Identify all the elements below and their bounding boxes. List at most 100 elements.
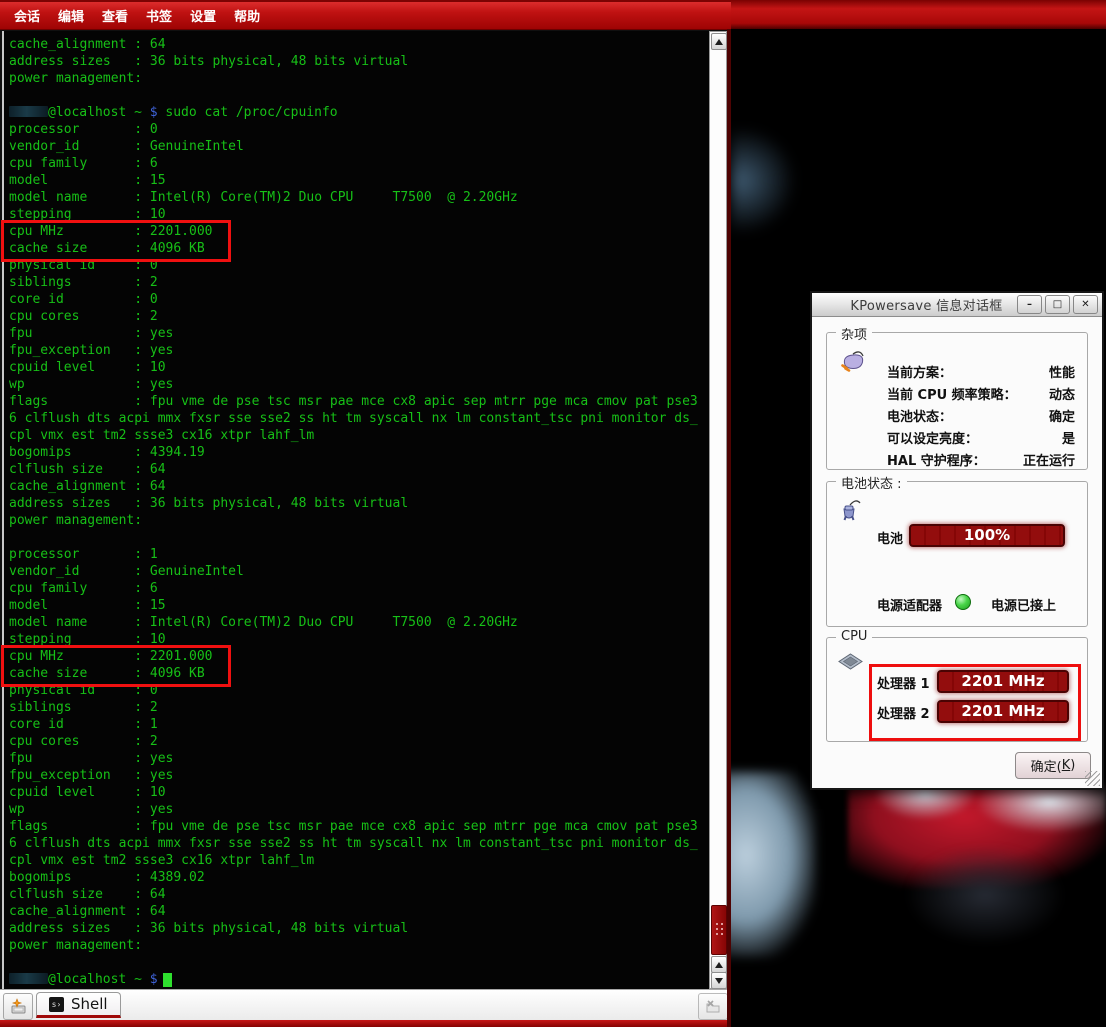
censored-username: [9, 106, 48, 117]
terminal-line: model name : Intel(R) Core(TM)2 Duo CPU …: [9, 189, 709, 206]
highlight-box-cpu-mhz-1: [1, 220, 231, 262]
detach-session-button[interactable]: [698, 993, 728, 1020]
ok-button[interactable]: 确定(K): [1015, 752, 1091, 779]
highlight-box-cpu-mhz-2: [1, 645, 231, 687]
ac-adapter-label: 电源适配器: [877, 595, 942, 614]
scrollbar-thumb[interactable]: [711, 905, 727, 955]
tab-shell[interactable]: s› Shell: [36, 992, 121, 1018]
background-red-bar: [731, 0, 1106, 29]
terminal-line: power management:: [9, 70, 709, 87]
dialog-title-bar[interactable]: KPowersave 信息对话框 – □ ✕: [812, 293, 1102, 317]
terminal-line: address sizes : 36 bits physical, 48 bit…: [9, 53, 709, 70]
terminal-line: cache_alignment : 64: [9, 36, 709, 53]
menu-item-4[interactable]: 设置: [190, 6, 216, 25]
background-photo-cloth: [716, 772, 816, 957]
background-photo-dark: [905, 845, 1065, 945]
terminal-line: @localhost ~ $: [9, 971, 709, 988]
terminal-line: clflush size : 64: [9, 461, 709, 478]
detach-session-icon: [704, 999, 722, 1015]
terminal-line: cache_alignment : 64: [9, 903, 709, 920]
terminal-line: cpl vmx est tm2 ssse3 cx16 xtpr lahf_lm: [9, 427, 709, 444]
terminal-line: siblings : 2: [9, 699, 709, 716]
terminal-line: core id : 1: [9, 716, 709, 733]
menu-item-0[interactable]: 会话: [14, 6, 40, 25]
new-session-button[interactable]: [3, 993, 33, 1020]
terminal-line: processor : 0: [9, 121, 709, 138]
misc-group: 杂项 当前方案：性能当前 CPU 频率策略：动态电池状态：确定可以设定亮度：是H…: [826, 332, 1088, 470]
misc-row-label: 可以设定亮度：: [887, 428, 978, 447]
misc-row-value: 正在运行: [1023, 450, 1075, 469]
battery-group: 电池状态 : 电池 1 100% 电源适配器 电源已接上: [826, 481, 1088, 627]
terminal-line: bogomips : 4389.02: [9, 869, 709, 886]
terminal-line: @localhost ~ $ sudo cat /proc/cpuinfo: [9, 104, 709, 121]
ok-button-label-end: ): [1070, 758, 1075, 773]
terminal-line: vendor_id : GenuineIntel: [9, 138, 709, 155]
led-green-icon: [955, 594, 971, 610]
dialog-title: KPowersave 信息对话框: [812, 295, 1017, 314]
maximize-button[interactable]: □: [1045, 295, 1070, 314]
menu-item-2[interactable]: 查看: [102, 6, 128, 25]
konsole-tab-bar: s› Shell: [0, 989, 731, 1020]
misc-row-label: 电池状态：: [887, 406, 952, 425]
window-bottom-border: [0, 1020, 731, 1027]
terminal-line: fpu_exception : yes: [9, 767, 709, 784]
down-arrow-icon: [715, 978, 723, 984]
terminal-line: address sizes : 36 bits physical, 48 bit…: [9, 920, 709, 937]
command-text: sudo cat /proc/cpuinfo: [158, 105, 338, 120]
terminal-line: cpuid level : 10: [9, 359, 709, 376]
scroll-up-button[interactable]: [711, 33, 727, 50]
terminal-line: [9, 87, 709, 104]
scroll-up-button-bottom[interactable]: [711, 956, 727, 973]
scroll-down-button[interactable]: [711, 972, 727, 989]
terminal-line: cpu cores : 2: [9, 733, 709, 750]
prompt-host: @localhost ~: [48, 105, 150, 120]
terminal-line: clflush size : 64: [9, 886, 709, 903]
terminal-line: siblings : 2: [9, 274, 709, 291]
menu-item-3[interactable]: 书签: [146, 6, 172, 25]
misc-row-value: 确定: [1049, 406, 1075, 425]
prompt-symbol: $: [150, 972, 158, 987]
terminal-line: vendor_id : GenuineIntel: [9, 563, 709, 580]
misc-row-1: 当前 CPU 频率策略：动态: [887, 382, 1075, 404]
terminal-line: fpu : yes: [9, 750, 709, 767]
misc-row-value: 性能: [1049, 362, 1075, 381]
close-button[interactable]: ✕: [1073, 295, 1098, 314]
power-plug-icon: [838, 350, 865, 377]
terminal-line: model : 15: [9, 597, 709, 614]
terminal-line: wp : yes: [9, 801, 709, 818]
menu-item-1[interactable]: 编辑: [58, 6, 84, 25]
terminal-line: cpl vmx est tm2 ssse3 cx16 xtpr lahf_lm: [9, 852, 709, 869]
terminal-line: model : 15: [9, 172, 709, 189]
battery-percent: 100%: [964, 526, 1010, 544]
terminal-line: 6 clflush dts acpi mmx fxsr sse sse2 ss …: [9, 835, 709, 852]
battery-group-title: 电池状态 :: [836, 473, 907, 492]
misc-row-value: 是: [1062, 428, 1075, 447]
terminal-line: fpu_exception : yes: [9, 342, 709, 359]
misc-row-3: 可以设定亮度： 是: [887, 426, 1075, 448]
battery-plug-icon: [838, 499, 862, 528]
terminal-line: bogomips : 4394.19: [9, 444, 709, 461]
misc-row-value: 动态: [1049, 384, 1075, 403]
minimize-button[interactable]: –: [1017, 295, 1042, 314]
desktop: 会话编辑查看书签设置帮助 cache_alignment : 64address…: [0, 0, 1106, 1027]
terminal-line: cpu family : 6: [9, 155, 709, 172]
terminal-line: processor : 1: [9, 546, 709, 563]
background-photo-blue: [731, 128, 795, 233]
battery-level-bar: 100%: [909, 524, 1065, 547]
highlight-box-processors: [869, 664, 1081, 741]
konsole-menu-bar: 会话编辑查看书签设置帮助: [0, 0, 731, 30]
terminal-scrollbar[interactable]: [709, 31, 727, 989]
terminal-line: cpuid level : 10: [9, 784, 709, 801]
terminal-line: wp : yes: [9, 376, 709, 393]
terminal-line: cpu family : 6: [9, 580, 709, 597]
terminal-line: fpu : yes: [9, 325, 709, 342]
terminal-line: cache_alignment : 64: [9, 478, 709, 495]
prompt-symbol: $: [150, 105, 158, 120]
terminal-line: 6 clflush dts acpi mmx fxsr sse sse2 ss …: [9, 410, 709, 427]
prompt-host: @localhost ~: [48, 972, 150, 987]
resize-grip[interactable]: [1085, 771, 1100, 786]
terminal-line: power management:: [9, 937, 709, 954]
new-session-icon: [9, 998, 28, 1016]
misc-row-label: 当前方案：: [887, 362, 952, 381]
menu-item-5[interactable]: 帮助: [234, 6, 260, 25]
